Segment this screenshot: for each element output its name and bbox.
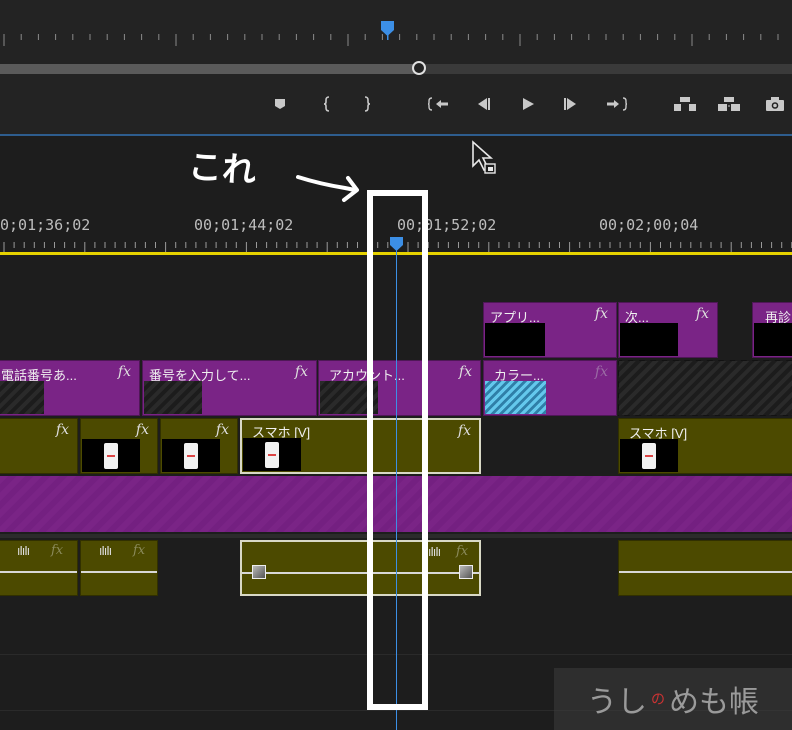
clip-thumbnail <box>243 438 301 471</box>
mark-in-icon <box>323 96 330 112</box>
mark-out-button[interactable] <box>358 92 376 116</box>
watermark-logo: うし の めも帳 <box>554 668 792 730</box>
step-back-icon <box>478 98 490 110</box>
clip-thumbnail <box>620 323 678 356</box>
go-to-out-button[interactable] <box>605 92 629 116</box>
clip-v1-b[interactable]: fx <box>80 418 158 474</box>
fx-badge: fx <box>594 306 608 322</box>
lift-button[interactable] <box>670 92 700 116</box>
audio-clip-smartphone[interactable]: ıIıIı fx <box>240 540 481 596</box>
clip-thumbnail <box>620 439 678 472</box>
mouse-cursor-icon <box>472 140 496 174</box>
scroll-bar-fill <box>0 64 419 74</box>
lift-icon <box>674 97 696 111</box>
extract-button[interactable] <box>714 92 744 116</box>
volume-rubberband[interactable] <box>0 571 77 573</box>
volume-rubberband[interactable] <box>81 571 157 573</box>
fx-badge: fx <box>215 422 229 438</box>
clip-thumbnail <box>485 381 546 414</box>
clip-v3-revisit[interactable]: 再診 <box>752 302 792 358</box>
export-frame-button[interactable] <box>762 92 788 116</box>
clip-v3-app[interactable]: アプリ... fx <box>483 302 617 358</box>
marker-icon <box>275 99 285 109</box>
clip-v2-offline[interactable] <box>618 360 792 416</box>
keyframe-out-icon[interactable] <box>459 565 473 579</box>
watermark-text: うし <box>587 685 647 720</box>
scroll-bar-handle[interactable] <box>412 61 426 75</box>
step-back-button[interactable] <box>472 92 494 116</box>
timecode-label: 00;02;00;04 <box>599 216 699 234</box>
watermark-text: の <box>651 692 665 708</box>
monitor-time-ruler[interactable] <box>0 0 792 56</box>
waveform-icon: ıIıIı <box>17 544 30 558</box>
play-button[interactable] <box>517 92 539 116</box>
fx-badge: fx <box>51 543 64 558</box>
mark-in-button[interactable] <box>318 92 336 116</box>
highlight-box <box>367 190 428 710</box>
volume-rubberband[interactable] <box>242 572 479 574</box>
camera-icon <box>766 97 784 111</box>
fx-badge: fx <box>117 364 131 380</box>
clip-v3-next[interactable]: 次... fx <box>618 302 718 358</box>
clip-thumbnail <box>754 323 792 356</box>
clip-thumbnail <box>0 381 44 414</box>
clip-v2-phone-number[interactable]: 電話番号あ... fx <box>0 360 140 416</box>
audio-clip-smartphone-2[interactable] <box>618 540 792 596</box>
clip-v1-smartphone-2[interactable]: スマホ [V] <box>618 418 792 474</box>
clip-thumbnail <box>144 381 202 414</box>
audio-clip-b[interactable]: ıIıIı fx <box>80 540 158 596</box>
fx-badge: fx <box>695 306 709 322</box>
clip-thumbnail <box>485 323 545 356</box>
audio-clip-a[interactable]: ıIıIı fx <box>0 540 78 596</box>
play-icon <box>523 98 534 110</box>
handwritten-annotation: これ <box>187 147 359 202</box>
fx-badge: fx <box>294 364 308 380</box>
zoom-scroll-bar[interactable] <box>0 61 792 75</box>
volume-rubberband[interactable] <box>619 571 792 573</box>
add-marker-button[interactable] <box>270 92 290 116</box>
keyframe-in-icon[interactable] <box>252 565 266 579</box>
fx-badge: fx <box>457 423 471 439</box>
clip-v2-color[interactable]: カラー... fx <box>483 360 617 416</box>
monitor-playhead[interactable] <box>380 20 395 40</box>
timecode-label: 00;01;44;02 <box>194 216 294 234</box>
fx-badge: fx <box>135 422 149 438</box>
step-forward-button[interactable] <box>560 92 582 116</box>
clip-v1-a[interactable]: fx <box>0 418 78 474</box>
waveform-icon: ıIıIı <box>428 545 441 559</box>
premiere-timeline-window: これ 0;01;36;02 00;01;44;02 00;01;52;02 00… <box>0 0 792 730</box>
fx-badge: fx <box>133 543 146 558</box>
clip-v1-smartphone[interactable]: スマホ [V] fx <box>240 418 481 474</box>
fx-badge: fx <box>594 364 608 380</box>
extract-icon <box>718 97 740 111</box>
clip-thumbnail <box>82 439 140 472</box>
fx-badge: fx <box>55 422 69 438</box>
clip-v2-enter-number[interactable]: 番号を入力して... fx <box>142 360 317 416</box>
go-to-in-button[interactable] <box>426 92 450 116</box>
waveform-icon: ıIıIı <box>99 544 112 558</box>
clip-thumbnail <box>162 439 220 472</box>
mark-out-icon <box>364 96 371 112</box>
clip-v1-c[interactable]: fx <box>160 418 238 474</box>
fx-badge: fx <box>456 544 469 559</box>
go-to-out-icon <box>607 97 628 111</box>
fx-badge: fx <box>458 364 472 380</box>
timecode-label: 0;01;36;02 <box>0 216 91 234</box>
program-monitor <box>0 0 792 134</box>
timeline-panel: これ 0;01;36;02 00;01;44;02 00;01;52;02 00… <box>0 136 792 730</box>
step-forward-icon <box>564 98 576 110</box>
watermark-text: めも帳 <box>669 685 759 720</box>
go-to-in-icon <box>427 97 448 111</box>
annotation-text: これ <box>187 147 258 192</box>
